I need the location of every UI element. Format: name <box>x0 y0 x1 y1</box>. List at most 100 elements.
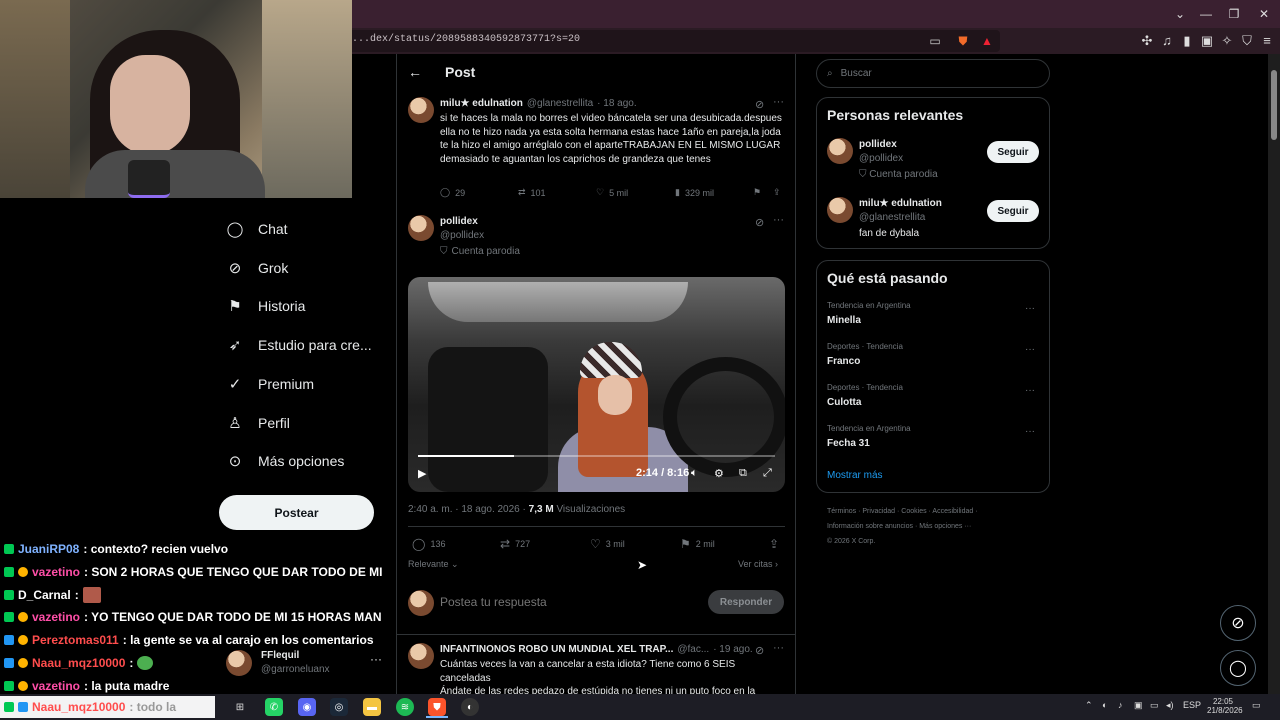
share-button[interactable]: ⇪ <box>773 187 781 198</box>
steam-icon[interactable]: ◎ <box>330 698 348 716</box>
grok-fab-button[interactable]: ⊘ <box>1220 605 1256 641</box>
person-name[interactable]: pollidex <box>859 139 897 150</box>
author-name[interactable]: pollidex <box>440 216 478 227</box>
display-icon[interactable]: ▣ <box>1134 700 1143 711</box>
maximize-button[interactable]: ❐ <box>1224 7 1244 21</box>
more-icon[interactable]: ··· <box>773 96 784 108</box>
avatar[interactable] <box>408 97 434 123</box>
cast-icon[interactable]: ▭ <box>927 33 943 49</box>
account-switcher[interactable]: FFlequil @garroneluanx ··· <box>226 648 396 682</box>
trend-item[interactable]: Deportes · Tendencia Franco ··· <box>817 338 1049 378</box>
url-text[interactable]: ...dex/status/2089588340592873771?s=20 <box>352 34 580 45</box>
wallet-icon[interactable]: ▣ <box>1198 33 1216 49</box>
nav-item-studio[interactable]: ➶ Estudio para cre... <box>226 331 372 359</box>
reply-input[interactable] <box>440 593 690 611</box>
more-icon[interactable]: ··· <box>1025 385 1035 396</box>
tab-list-icon[interactable]: ⌄ <box>1170 7 1190 21</box>
search-input[interactable]: ⌕ Buscar <box>816 59 1050 88</box>
leo-icon[interactable]: ✧ <box>1218 33 1236 49</box>
nav-item-grok[interactable]: ⊘ Grok <box>226 254 289 282</box>
play-icon[interactable]: ▶ <box>418 467 426 480</box>
bookmark-button[interactable]: ⚑ 2 mil <box>680 537 715 551</box>
avatar[interactable] <box>408 215 434 241</box>
more-icon[interactable]: ··· <box>773 214 784 226</box>
author-handle[interactable]: @fac... <box>677 644 709 655</box>
trend-item[interactable]: Tendencia en Argentina Minella ··· <box>817 297 1049 337</box>
tweet-date[interactable]: · 19 ago. <box>713 644 752 655</box>
like-button[interactable]: ♡ 5 mil <box>596 187 628 198</box>
trend-item[interactable]: Deportes · Tendencia Culotta ··· <box>817 379 1049 419</box>
clock[interactable]: 22:05 21/8/2026 <box>1207 697 1243 715</box>
grok-icon[interactable]: ⊘ <box>755 644 764 657</box>
settings-icon[interactable]: ⚙ <box>714 467 724 480</box>
avatar[interactable] <box>827 138 853 164</box>
reply-button[interactable]: ◯ 29 <box>440 187 465 198</box>
whatsapp-icon[interactable]: ✆ <box>265 698 283 716</box>
tray-overflow-icon[interactable]: ⌃ <box>1085 700 1093 711</box>
messages-fab-button[interactable]: ◯ <box>1220 650 1256 686</box>
post-button[interactable]: Postear <box>219 495 374 530</box>
nav-item-premium[interactable]: ✓ Premium <box>226 370 314 398</box>
menu-icon[interactable]: ≡ <box>1258 33 1276 48</box>
reply-submit-button[interactable]: Responder <box>708 590 784 614</box>
nav-item-profile[interactable]: ♙ Perfil <box>226 409 290 437</box>
brave-icon[interactable]: ⛊ <box>428 698 446 716</box>
person-handle[interactable]: @pollidex <box>859 153 903 164</box>
volume-icon[interactable]: ◂) <box>1166 700 1174 711</box>
quotes-link[interactable]: Ver citas › <box>738 559 778 569</box>
scrollbar-track[interactable] <box>1268 54 1280 694</box>
microphone-icon[interactable]: ♪ <box>1118 700 1123 710</box>
volume-icon[interactable]: 🔈︎ <box>691 467 698 480</box>
show-more-link[interactable]: Mostrar más <box>827 470 883 481</box>
share-button[interactable]: ⇪ <box>769 537 779 551</box>
grok-icon[interactable]: ⊘ <box>755 216 764 229</box>
avatar[interactable] <box>827 197 853 223</box>
network-icon[interactable]: ▭ <box>1150 700 1159 711</box>
file-explorer-icon[interactable]: ▬ <box>363 698 381 716</box>
language-indicator[interactable]: ESP <box>1183 700 1201 710</box>
reply-button[interactable]: ◯ 136 <box>412 537 445 551</box>
author-handle[interactable]: @pollidex <box>440 230 484 241</box>
more-icon[interactable]: ··· <box>1025 344 1035 355</box>
notifications-icon[interactable]: ▭ <box>1252 700 1261 711</box>
person-name[interactable]: milu★ edulnation <box>859 198 942 209</box>
retweet-button[interactable]: ⇄ 101 <box>518 187 546 198</box>
tray-app-icon[interactable]: ◐ <box>1102 700 1107 710</box>
author-handle[interactable]: @glanestrellita <box>527 98 593 109</box>
discord-icon[interactable]: ◉ <box>298 698 316 716</box>
obs-icon[interactable]: ◐ <box>461 698 479 716</box>
video-player[interactable]: ▶ 2:14 / 8:16 🔈︎ ⚙ ⧉ ⤢ <box>408 277 785 492</box>
grok-icon[interactable]: ⊘ <box>755 98 764 111</box>
scrollbar-thumb[interactable] <box>1271 70 1277 140</box>
sort-dropdown[interactable]: Relevante ⌄ <box>408 559 459 570</box>
close-button[interactable]: ✕ <box>1254 7 1274 21</box>
extensions-icon[interactable]: ✣ <box>1138 33 1156 49</box>
footer-line[interactable]: Términos · Privacidad · Cookies · Accesi… <box>827 504 1057 519</box>
author-name[interactable]: INFANTINONOS ROBO UN MUNDIAL XEL TRAP... <box>440 644 673 655</box>
tweet-timestamp[interactable]: 2:40 a. m. · 18 ago. 2026 · <box>408 504 526 515</box>
fullscreen-icon[interactable]: ⤢ <box>763 467 772 480</box>
person-handle[interactable]: @glanestrellita <box>859 212 925 223</box>
follow-button[interactable]: Seguir <box>987 200 1039 222</box>
more-icon[interactable]: ··· <box>1025 303 1035 314</box>
minimize-button[interactable]: — <box>1196 7 1216 21</box>
nav-item-more[interactable]: ⊙ Más opciones <box>226 447 345 475</box>
footer-line[interactable]: Información sobre anuncios · Más opcione… <box>827 519 1057 534</box>
more-icon[interactable]: ··· <box>773 642 784 654</box>
nav-item-chat[interactable]: ◯ Chat <box>226 215 288 243</box>
avatar[interactable] <box>408 643 434 669</box>
tweet-date[interactable]: · 18 ago. <box>597 98 636 109</box>
brave-shield-icon[interactable]: ⛊ <box>955 33 971 49</box>
author-name[interactable]: milu★ edulnation <box>440 98 523 109</box>
task-view-icon[interactable]: ⊞ <box>231 698 249 716</box>
follow-button[interactable]: Seguir <box>987 141 1039 163</box>
more-icon[interactable]: ··· <box>370 652 382 666</box>
sidebar-icon[interactable]: ▮ <box>1178 33 1196 49</box>
like-button[interactable]: ♡ 3 mil <box>590 537 625 551</box>
views-button[interactable]: ▮ 329 mil <box>675 187 714 198</box>
vpn-icon[interactable]: ⛉ <box>1238 33 1256 49</box>
back-arrow-icon[interactable]: ← <box>408 64 422 80</box>
more-icon[interactable]: ··· <box>1025 426 1035 437</box>
brave-rewards-icon[interactable]: ▲ <box>979 33 995 49</box>
retweet-button[interactable]: ⇄ 727 <box>500 537 530 551</box>
